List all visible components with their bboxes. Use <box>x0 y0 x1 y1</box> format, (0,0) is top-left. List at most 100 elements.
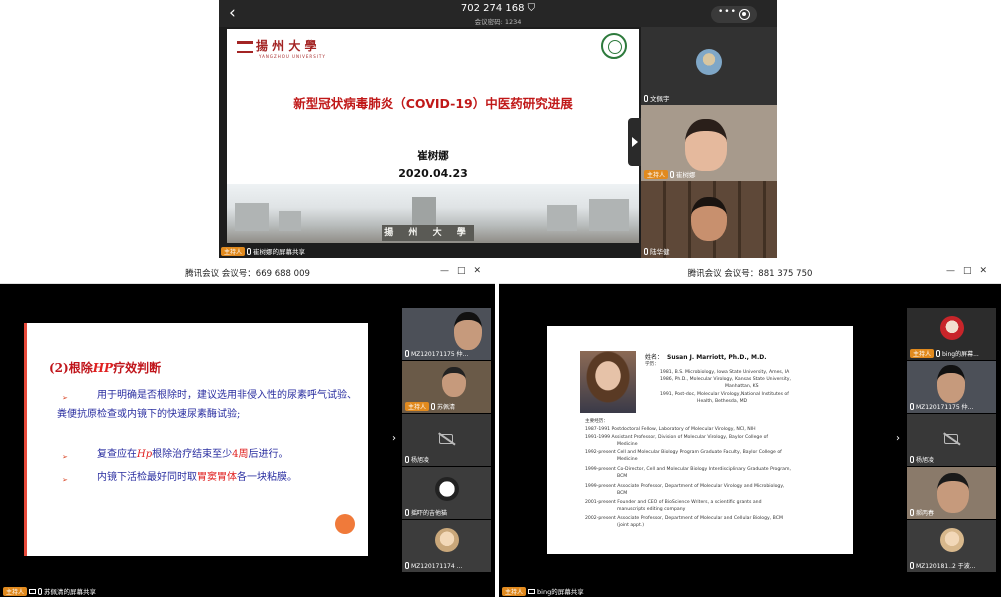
more-dots-icon[interactable]: ••• <box>718 7 737 17</box>
participant-tile[interactable]: 文佩宇 <box>641 27 777 105</box>
top-menu-pill[interactable]: ••• <box>711 6 757 23</box>
minimize-button[interactable]: — <box>946 266 963 276</box>
share-footer: 主持人 bing的屏幕共享 <box>499 585 1001 597</box>
bio-exp-line: BCM <box>617 491 628 496</box>
mic-icon <box>405 456 409 463</box>
collapse-panel-tab[interactable] <box>628 118 642 166</box>
mic-icon <box>910 456 914 463</box>
participant-tile[interactable]: 主持人 崔树娜 <box>641 105 777 181</box>
mic-icon <box>910 509 914 516</box>
bio-exp-line: 1991-1999 Assistant Professor, Division … <box>585 435 769 440</box>
participant-tile[interactable]: 郝丙春 <box>907 467 996 519</box>
bio-exp-line: (joint appt.) <box>617 523 645 528</box>
mic-icon <box>644 248 648 255</box>
participant-tile[interactable]: 陆华健 <box>641 181 777 258</box>
title-bar: 腾讯会议 会议号：669 688 009 —□✕ <box>0 263 495 284</box>
avatar <box>435 477 459 501</box>
participant-tile[interactable]: 主持人 bing的屏幕... <box>907 308 996 360</box>
camera-off-icon <box>944 434 958 444</box>
slide-bullet-text: 内镜下活检最好同时取胃窦胃体各一块粘膜。 <box>97 472 297 483</box>
video-feed <box>691 197 727 241</box>
window-title: 腾讯会议 会议号：881 375 750 <box>687 269 813 279</box>
camera-off-icon <box>439 434 453 444</box>
bio-name: 姓名： Susan J. Marriott, Ph.D., M.D. <box>645 354 767 361</box>
screen-share-icon <box>528 589 536 594</box>
maximize-button[interactable]: □ <box>457 266 474 276</box>
shared-slide-hp: (2)根除HP疗效判断 ➢ 用于明确是否根除时，建议选用非侵入性的尿素呼气试验、… <box>24 323 368 556</box>
participant-tile[interactable]: 主持人 苏佩清 <box>402 361 491 413</box>
slide-author: 崔树娜 <box>417 150 449 162</box>
participant-tile[interactable]: 摇吓的吉他猫 <box>402 467 491 519</box>
mic-icon <box>670 171 675 178</box>
bio-edu-line: 1986, Ph.D., Molecular Virology, Kansas … <box>660 377 791 382</box>
left-meeting-window: 腾讯会议 会议号：669 688 009 —□✕ (2)根除HP疗效判断 ➢ 用… <box>0 263 495 597</box>
bio-edu-line: 1991, Post-doc, Molecular Virology,Natio… <box>660 392 789 397</box>
maximize-button[interactable]: □ <box>963 266 980 276</box>
close-button[interactable]: ✕ <box>979 266 995 276</box>
bio-exp-line: 1999-present Associate Professor, Depart… <box>585 484 785 489</box>
participant-name: 陆华健 <box>644 246 670 256</box>
slide-heading: (2)根除HP疗效判断 <box>49 361 162 375</box>
decorative-dot <box>335 514 355 534</box>
chevron-right-icon[interactable]: › <box>392 433 396 444</box>
host-badge: 主持人 <box>644 170 669 179</box>
meeting-passcode: 会议密码: 1234 <box>474 18 522 26</box>
participant-tile[interactable]: MZ120171175 仲... <box>907 361 996 413</box>
participant-name: 杨旭凌 <box>405 455 429 464</box>
mic-icon <box>644 95 648 102</box>
shared-slide-bio: 姓名： Susan J. Marriott, Ph.D., M.D. 学历： 19… <box>547 326 853 554</box>
portrait-photo <box>580 351 636 413</box>
host-badge: 主持人 <box>502 587 527 596</box>
shield-icon: ⛉ <box>527 3 536 14</box>
participant-tile[interactable]: MZ120171174 ... <box>402 520 491 572</box>
participant-tile[interactable]: MZ120181..2 于波... <box>907 520 996 572</box>
close-button[interactable]: ✕ <box>473 266 489 276</box>
circle-record-icon[interactable] <box>739 9 750 20</box>
mic-icon <box>910 403 914 410</box>
chevron-right-icon[interactable]: › <box>896 433 900 444</box>
mic-icon <box>247 248 252 255</box>
mic-icon <box>936 350 941 357</box>
right-meeting-window: 腾讯会议 会议号：881 375 750 —□✕ 姓名： Susan J. Mar… <box>499 263 1001 597</box>
participant-name: 主持人 苏佩清 <box>405 402 455 411</box>
avatar <box>940 316 964 340</box>
screen-share-icon <box>29 589 37 594</box>
host-badge: 主持人 <box>3 587 28 596</box>
avatar <box>435 528 459 552</box>
slide-title: 新型冠状病毒肺炎（COVID-19）中医药研究进展 <box>293 96 573 111</box>
bio-exp-line: 2001-present Founder and CEO of BioScien… <box>585 500 762 505</box>
minimize-button[interactable]: — <box>440 266 457 276</box>
bio-edu-label: 学历： <box>645 362 659 367</box>
top-meeting-window: ‹ 702 274 168 ⛉ 会议密码: 1234 ••• 揚 州 大 學 YA… <box>219 0 777 258</box>
participant-tile[interactable]: 杨旭凌 <box>907 414 996 466</box>
avatar <box>696 49 722 75</box>
emblem-logo <box>601 33 627 59</box>
share-footer: 主持人 苏佩清的屏幕共享 <box>0 585 495 597</box>
host-badge: 主持人 <box>405 402 430 411</box>
participant-name: 郝丙春 <box>910 508 934 517</box>
bullet-icon: ➢ <box>62 453 68 461</box>
participant-name: MZ120181..2 于波... <box>910 561 975 570</box>
slide-bullet-text: 复查应在Hp根除治疗结束至少4周后进行。 <box>97 449 289 460</box>
window-title: 腾讯会议 会议号：669 688 009 <box>185 269 310 279</box>
bio-edu-line: Manhattan, KS <box>725 384 759 389</box>
participant-name: 杨旭凌 <box>910 455 934 464</box>
bio-exp-line: BCM <box>617 474 628 479</box>
mic-icon <box>431 403 436 410</box>
slide-bullet-text: 用于明确是否根除时，建议选用非侵入性的尿素呼气试验、粪便抗原检查或内镜下的快速尿… <box>57 390 357 420</box>
bio-exp-line: manuscripts editing company <box>617 507 686 512</box>
participant-tile[interactable]: MZ120171175 仲... <box>402 308 491 360</box>
bio-exp-line: Medicine <box>617 442 638 447</box>
bio-exp-line: Medicine <box>617 457 638 462</box>
mic-icon <box>405 562 409 569</box>
avatar <box>940 528 964 552</box>
university-logo: 揚 州 大 學 YANGZHOU UNIVERSITY <box>237 37 326 59</box>
bio-exp-line: 1999-present Co-Director, Cell and Molec… <box>585 467 791 472</box>
slide-date: 2020.04.23 <box>398 167 468 180</box>
participant-tile[interactable]: 杨旭凌 <box>402 414 491 466</box>
bio-edu-line: Health, Bethesda, MD <box>697 399 748 404</box>
mic-icon <box>910 562 914 569</box>
share-label: 主持人 苏佩清的屏幕共享 <box>3 586 96 596</box>
mic-icon <box>38 588 43 595</box>
shared-slide-covid: 揚 州 大 學 YANGZHOU UNIVERSITY 新型冠状病毒肺炎（COVI… <box>227 29 639 243</box>
